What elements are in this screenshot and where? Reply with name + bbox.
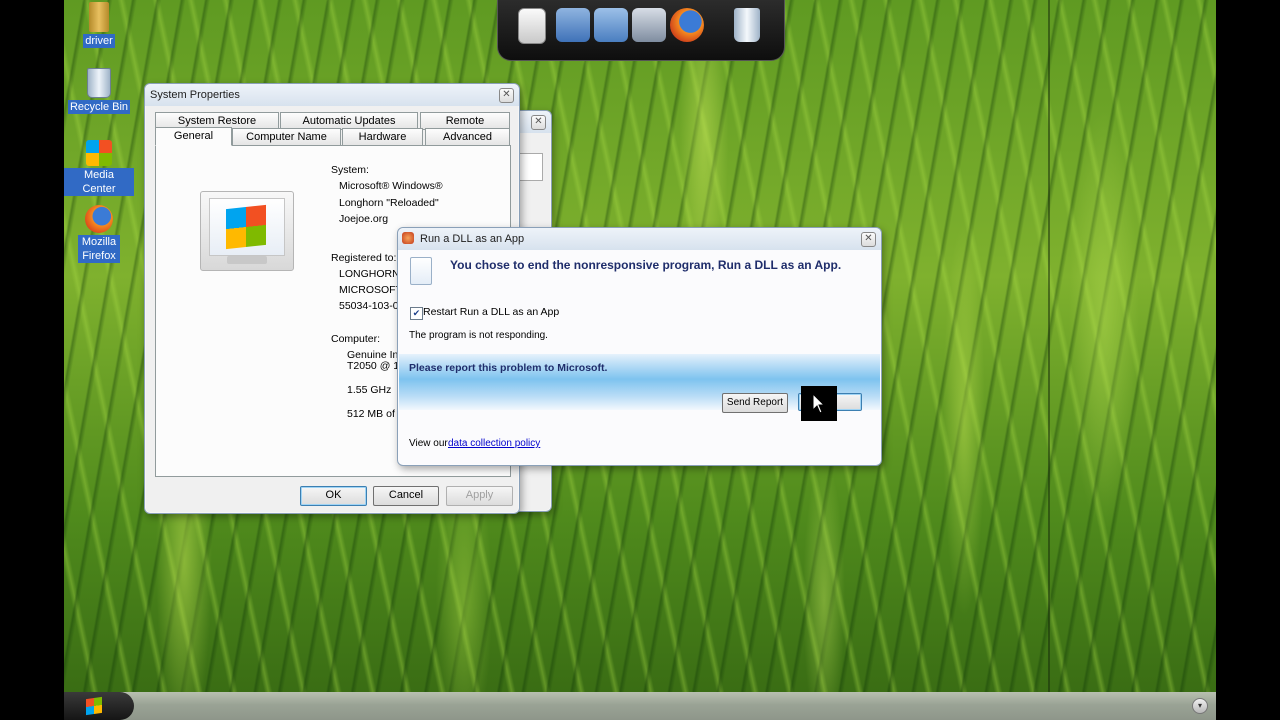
system-edition: Longhorn "Reloaded" [339, 197, 439, 209]
tab-computer-name[interactable]: Computer Name [232, 128, 341, 146]
document-icon [410, 257, 432, 285]
desktop-icon-label: driver [83, 34, 115, 48]
registered-user: LONGHORN [339, 268, 400, 280]
app-icon [402, 232, 414, 244]
system-properties-titlebar: System Properties ✕ [145, 84, 519, 106]
error-report-titlebar: Run a DLL as an App ✕ [398, 228, 881, 250]
mouse-cursor-overlay [801, 386, 837, 421]
monitor-stand [227, 256, 267, 264]
close-icon[interactable]: ✕ [861, 232, 876, 247]
wallpaper-seam [1048, 0, 1050, 692]
system-os-name: Microsoft® Windows® [339, 180, 443, 192]
footer-prefix: View our [409, 438, 448, 449]
monitor-graphic [200, 191, 294, 271]
notepad-icon[interactable] [518, 8, 546, 44]
registered-org: MICROSOFT [339, 284, 402, 296]
cpu-model: T2050 @ 1 [347, 360, 400, 372]
desktop-icon-media-center[interactable]: Media Center [64, 140, 134, 196]
status-text: The program is not responding. [409, 330, 548, 341]
arrow-cursor-icon [812, 392, 826, 414]
windows-logo-icon [86, 696, 102, 716]
chevron-down-icon[interactable]: ▾ [1192, 698, 1208, 714]
product-id: 55034-103-00 [339, 300, 405, 312]
registered-label: Registered to: [331, 252, 397, 264]
desktop-icon-recycle-bin[interactable]: Recycle Bin [64, 68, 134, 114]
error-report-dialog: Run a DLL as an App ✕ You chose to end t… [397, 227, 882, 466]
media-center-icon [86, 140, 112, 166]
desktop-icon-driver[interactable]: driver [64, 2, 134, 48]
tab-general[interactable]: General [155, 127, 232, 146]
desktop-icon-label: Recycle Bin [67, 100, 131, 114]
desktop-icon-label: Media Center [64, 168, 134, 196]
folder-icon [89, 2, 109, 32]
close-icon[interactable]: ✕ [531, 115, 546, 130]
cpu-speed: 1.55 GHz [347, 384, 392, 396]
computer-label: Computer: [331, 333, 381, 345]
firefox-icon[interactable] [670, 8, 704, 42]
cancel-button[interactable]: Cancel [373, 486, 439, 506]
tab-hardware[interactable]: Hardware [342, 128, 423, 146]
control-panel-icon[interactable] [632, 8, 666, 42]
data-collection-policy-link[interactable]: data collection policy [448, 438, 540, 449]
dialog-heading: You chose to end the nonresponsive progr… [450, 258, 842, 272]
close-icon[interactable]: ✕ [499, 88, 514, 103]
start-button[interactable] [64, 692, 134, 720]
restart-checkbox-label: Restart Run a DLL as an App [423, 306, 560, 318]
taskbar: ▾ [64, 692, 1216, 720]
dock [497, 0, 785, 61]
system-label: System: [331, 164, 369, 176]
restart-checkbox[interactable]: ✔ [410, 307, 423, 320]
desktop-icon-label: Mozilla Firefox [78, 235, 120, 263]
screen-area [209, 198, 285, 256]
report-message: Please report this problem to Microsoft. [409, 362, 608, 374]
desktop-icon-firefox[interactable]: Mozilla Firefox [64, 205, 134, 263]
send-report-button[interactable]: Send Report [722, 393, 788, 413]
windows-logo-icon [226, 204, 266, 250]
system-publisher: Joejoe.org [339, 213, 389, 225]
recycle-bin-icon [87, 68, 111, 98]
firefox-icon [85, 205, 113, 233]
folder-icon[interactable] [594, 8, 628, 42]
ok-button[interactable]: OK [300, 486, 367, 506]
recycle-bin-icon[interactable] [734, 8, 760, 42]
folder-icon[interactable] [556, 8, 590, 42]
apply-button[interactable]: Apply [446, 486, 513, 506]
dialog-title: Run a DLL as an App [420, 233, 525, 245]
tab-advanced[interactable]: Advanced [425, 128, 510, 146]
window-title: System Properties [150, 89, 240, 101]
